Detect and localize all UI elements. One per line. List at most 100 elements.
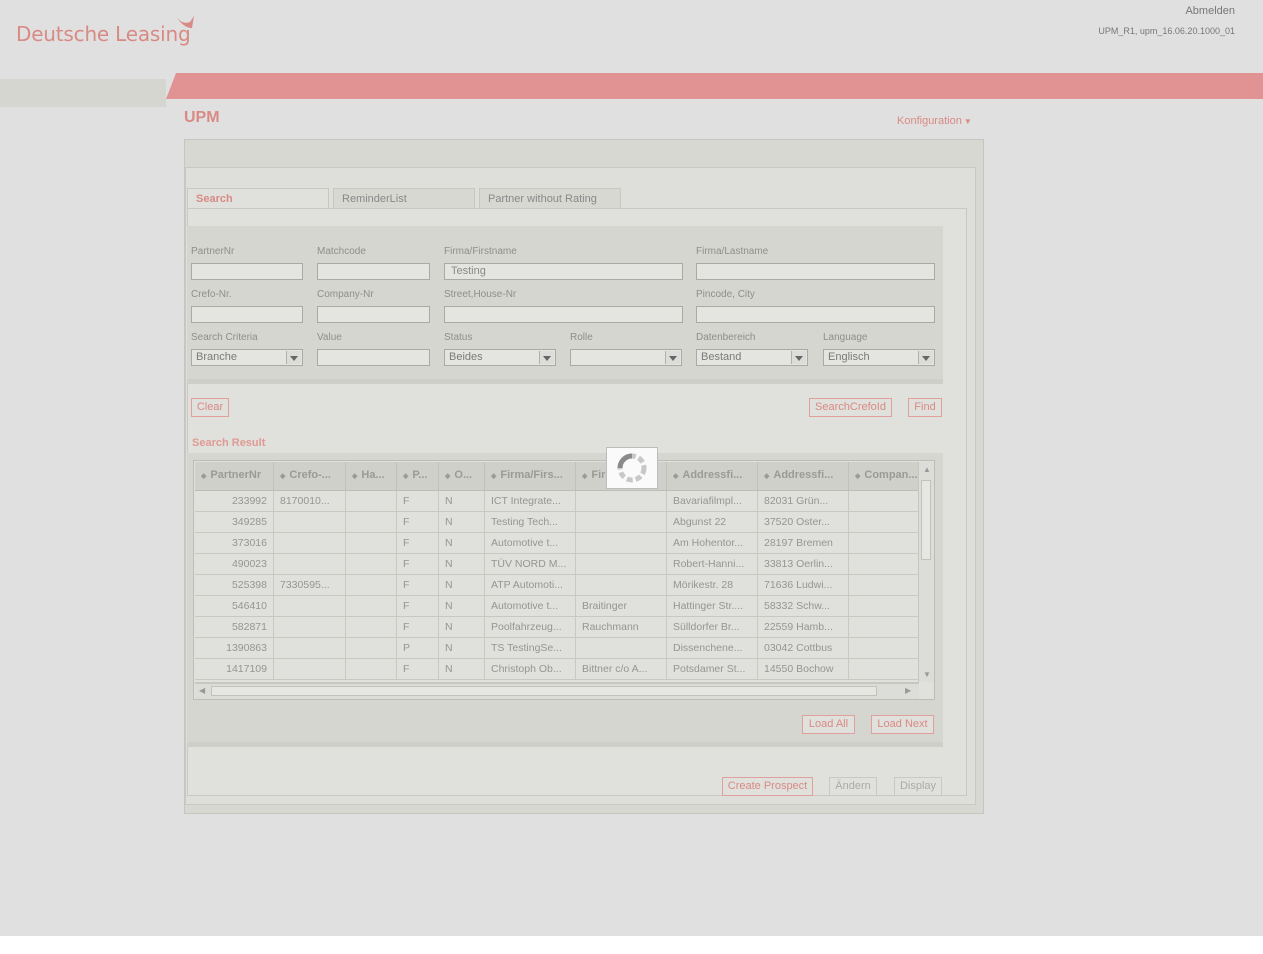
table-cell: 582871 bbox=[195, 617, 274, 637]
table-cell: Potsdamer St... bbox=[667, 659, 758, 679]
table-cell: Mörikestr. 28 bbox=[667, 575, 758, 595]
table-cell: TS TestingSe... bbox=[485, 638, 576, 658]
column-header[interactable]: ◆ Compan... bbox=[849, 462, 919, 490]
column-header-label: Addressfi... bbox=[682, 469, 743, 481]
table-row[interactable]: 373016 F N Automotive t... Am Hohentor... 281… bbox=[195, 533, 919, 554]
partnernr-input[interactable] bbox=[191, 263, 303, 280]
find-button[interactable]: Find bbox=[908, 398, 942, 417]
column-header[interactable]: ◆ O... bbox=[439, 462, 485, 490]
table-cell bbox=[346, 596, 397, 616]
sort-icon: ◆ bbox=[201, 473, 207, 480]
table-cell bbox=[274, 617, 346, 637]
table-row[interactable]: 233992 8170010... F N ICT Integrate... Bavari… bbox=[195, 491, 919, 512]
table-cell: 22559 Hamb... bbox=[758, 617, 849, 637]
config-menu-label: Konfiguration bbox=[897, 115, 962, 127]
table-cell: Braitinger bbox=[576, 596, 667, 616]
table-row[interactable]: 1417109 F N Christoph Ob... Bittner c/o A...… bbox=[195, 659, 919, 680]
tab-search[interactable]: Search bbox=[187, 188, 329, 209]
table-cell: 546410 bbox=[195, 596, 274, 616]
table-cell: Bavariafilmpl... bbox=[667, 491, 758, 511]
table-row[interactable]: 546410 F N Automotive t... Braitinger Hatting… bbox=[195, 596, 919, 617]
chevron-down-icon bbox=[665, 351, 680, 364]
aendern-button[interactable]: Ändern bbox=[829, 777, 877, 796]
table-cell: N bbox=[439, 491, 485, 511]
language-select[interactable]: Englisch bbox=[823, 349, 935, 366]
company-nr-input[interactable] bbox=[317, 306, 430, 323]
crefo-nr-label: Crefo-Nr. bbox=[191, 289, 232, 300]
horizontal-scrollbar[interactable]: ◀ ▶ bbox=[195, 683, 919, 699]
sort-icon: ◆ bbox=[280, 473, 286, 480]
matchcode-input[interactable] bbox=[317, 263, 430, 280]
scrollbar-thumb[interactable] bbox=[921, 480, 931, 560]
logout-link[interactable]: Abmelden bbox=[1185, 5, 1235, 17]
partnernr-label: PartnerNr bbox=[191, 246, 235, 257]
table-cell bbox=[346, 617, 397, 637]
pincode-city-input[interactable] bbox=[696, 306, 935, 323]
firma-lastname-label: Firma/Lastname bbox=[696, 246, 769, 257]
scroll-down-icon[interactable]: ▼ bbox=[923, 670, 931, 679]
status-select[interactable]: Beides bbox=[444, 349, 556, 366]
table-row[interactable]: 1390863 P N TS TestingSe... Dissenchene... 03… bbox=[195, 638, 919, 659]
scrollbar-thumb[interactable] bbox=[211, 686, 877, 696]
table-cell: N bbox=[439, 596, 485, 616]
table-cell: 1390863 bbox=[195, 638, 274, 658]
table-cell: TÜV NORD M... bbox=[485, 554, 576, 574]
table-row[interactable]: 349285 F N Testing Tech... Abgunst 22 37520 O… bbox=[195, 512, 919, 533]
column-header-label: Addressfi... bbox=[773, 469, 834, 481]
datenbereich-select[interactable]: Bestand bbox=[696, 349, 808, 366]
load-all-button[interactable]: Load All bbox=[802, 715, 855, 734]
table-row[interactable]: 525398 7330595... F N ATP Automoti... Mörikes… bbox=[195, 575, 919, 596]
table-cell: F bbox=[397, 491, 439, 511]
column-header[interactable]: ◆ Ha... bbox=[346, 462, 397, 490]
spinner-icon bbox=[617, 453, 647, 483]
table-cell: Rauchmann bbox=[576, 617, 667, 637]
column-header[interactable]: ◆ PartnerNr bbox=[195, 462, 274, 490]
search-result-title: Search Result bbox=[192, 437, 266, 449]
tab-partner-without-rating[interactable]: Partner without Rating bbox=[479, 188, 621, 209]
firma-lastname-input[interactable] bbox=[696, 263, 935, 280]
table-cell: 58332 Schw... bbox=[758, 596, 849, 616]
table-cell: Hattinger Str.... bbox=[667, 596, 758, 616]
value-input[interactable] bbox=[317, 349, 430, 366]
table-cell: 525398 bbox=[195, 575, 274, 595]
table-cell bbox=[849, 533, 919, 553]
table-cell: F bbox=[397, 617, 439, 637]
table-cell bbox=[576, 512, 667, 532]
column-header[interactable]: ◆ Addressfi... bbox=[667, 462, 758, 490]
street-input[interactable] bbox=[444, 306, 683, 323]
status-label: Status bbox=[444, 332, 473, 343]
column-header[interactable]: ◆ Addressfi... bbox=[758, 462, 849, 490]
create-prospect-button[interactable]: Create Prospect bbox=[722, 777, 813, 796]
column-header[interactable]: ◆ P... bbox=[397, 462, 439, 490]
scroll-up-icon[interactable]: ▲ bbox=[923, 465, 931, 474]
table-cell bbox=[576, 491, 667, 511]
clear-button[interactable]: Clear bbox=[191, 398, 229, 417]
table-cell bbox=[274, 596, 346, 616]
column-header[interactable]: ◆ Crefo-... bbox=[274, 462, 346, 490]
tab-reminderlist[interactable]: ReminderList bbox=[333, 188, 475, 209]
status-value: Beides bbox=[449, 351, 483, 363]
column-header[interactable]: ◆ Firma/Firs... bbox=[485, 462, 576, 490]
table-cell bbox=[346, 512, 397, 532]
config-menu[interactable]: Konfiguration ▼ bbox=[897, 115, 972, 127]
table-cell: N bbox=[439, 512, 485, 532]
table-cell: 33813 Oerlin... bbox=[758, 554, 849, 574]
search-criteria-label: Search Criteria bbox=[191, 332, 258, 343]
table-row[interactable]: 582871 F N Poolfahrzeug... Rauchmann Sülldorf… bbox=[195, 617, 919, 638]
display-button[interactable]: Display bbox=[894, 777, 942, 796]
firma-firstname-input[interactable]: Testing bbox=[444, 263, 683, 280]
crefo-nr-input[interactable] bbox=[191, 306, 303, 323]
table-cell: 490023 bbox=[195, 554, 274, 574]
scroll-left-icon[interactable]: ◀ bbox=[199, 686, 205, 695]
table-row[interactable]: 490023 F N TÜV NORD M... Robert-Hanni... 3381… bbox=[195, 554, 919, 575]
datenbereich-label: Datenbereich bbox=[696, 332, 756, 343]
rolle-select[interactable] bbox=[570, 349, 682, 366]
vertical-scrollbar[interactable]: ▲ ▼ bbox=[918, 462, 934, 682]
sort-icon: ◆ bbox=[445, 473, 451, 480]
table-cell: N bbox=[439, 638, 485, 658]
load-next-button[interactable]: Load Next bbox=[871, 715, 934, 734]
scroll-right-icon[interactable]: ▶ bbox=[905, 686, 911, 695]
search-criteria-select[interactable]: Branche bbox=[191, 349, 303, 366]
table-cell: 82031 Grün... bbox=[758, 491, 849, 511]
search-crefo-button[interactable]: SearchCrefoId bbox=[809, 398, 892, 417]
